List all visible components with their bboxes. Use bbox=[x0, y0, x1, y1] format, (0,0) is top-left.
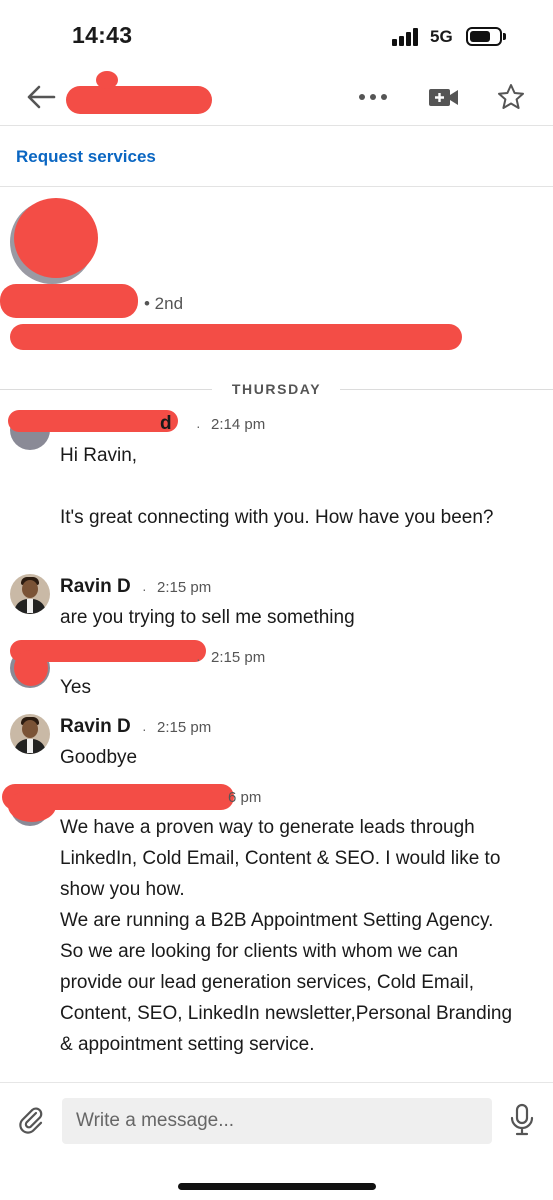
message-text: Yes bbox=[60, 677, 91, 698]
battery-tip bbox=[503, 33, 506, 40]
network-type: 5G bbox=[430, 27, 453, 46]
sender-name[interactable]: Ravin D bbox=[60, 576, 131, 598]
message-item: d · 2:14 pm Hi Ravin, It's great connect… bbox=[0, 408, 553, 568]
redacted-profile-name[interactable] bbox=[0, 284, 138, 318]
star-icon[interactable] bbox=[496, 82, 526, 112]
message-body: Hi Ravin, It's great connecting with you… bbox=[60, 440, 520, 533]
profile-card: • 2nd bbox=[0, 188, 553, 388]
message-text: Goodbye bbox=[60, 747, 138, 768]
connection-degree: • 2nd bbox=[144, 294, 184, 313]
message-time: 2:14 pm bbox=[211, 416, 266, 433]
separator-dot: · bbox=[142, 581, 147, 597]
sender-name[interactable]: Ravin D bbox=[60, 716, 131, 738]
signal-icon bbox=[392, 28, 422, 46]
microphone-icon[interactable] bbox=[508, 1103, 536, 1137]
message-composer bbox=[0, 1082, 553, 1200]
redacted-profile-photo bbox=[14, 198, 98, 278]
message-item: Ravin D · 2:15 pm are you trying to sell… bbox=[0, 572, 553, 636]
redacted-contact-name[interactable] bbox=[66, 86, 212, 114]
message-time: 2:15 pm bbox=[157, 579, 212, 596]
back-arrow-icon[interactable] bbox=[24, 80, 58, 114]
day-label: THURSDAY bbox=[231, 381, 322, 397]
message-item: 6 pm We have a proven way to generate le… bbox=[0, 780, 553, 1082]
separator-dot: · bbox=[196, 651, 201, 667]
request-services-bar: Request services bbox=[0, 127, 553, 187]
battery-icon bbox=[466, 27, 502, 46]
message-body: We have a proven way to generate leads t… bbox=[60, 812, 520, 1060]
redaction-mark bbox=[96, 71, 118, 89]
ravin-avatar[interactable] bbox=[10, 714, 50, 754]
redacted-sender-name bbox=[8, 410, 178, 432]
message-body: are you trying to sell me something bbox=[60, 602, 520, 633]
status-time: 14:43 bbox=[72, 22, 133, 48]
redacted-sender-avatar bbox=[14, 650, 48, 686]
more-dots-icon[interactable] bbox=[356, 84, 390, 110]
message-text: are you trying to sell me something bbox=[60, 607, 355, 628]
message-item: Ravin D · 2:15 pm Goodbye bbox=[0, 712, 553, 776]
day-divider: THURSDAY bbox=[0, 378, 553, 402]
ravin-avatar[interactable] bbox=[10, 574, 50, 614]
message-body: Yes bbox=[60, 672, 520, 703]
status-bar: 14:43 5G bbox=[0, 0, 553, 70]
message-item: · 2:15 pm Yes bbox=[0, 640, 553, 706]
message-text: Hi Ravin, It's great connecting with you… bbox=[60, 445, 494, 528]
message-body: Goodbye bbox=[60, 742, 520, 773]
message-time: 6 pm bbox=[228, 789, 262, 806]
redacted-sender-avatar bbox=[8, 790, 56, 822]
message-input[interactable] bbox=[62, 1098, 492, 1144]
home-indicator[interactable] bbox=[178, 1183, 376, 1190]
separator-dot: · bbox=[142, 721, 147, 737]
conversation-header bbox=[0, 70, 553, 126]
message-time: 2:15 pm bbox=[157, 719, 212, 736]
request-services-link[interactable]: Request services bbox=[16, 147, 156, 167]
message-time: 2:15 pm bbox=[211, 649, 266, 666]
redacted-profile-headline bbox=[10, 324, 462, 350]
separator-dot: · bbox=[196, 418, 201, 434]
sender-name[interactable]: d bbox=[160, 413, 172, 435]
message-text: We have a proven way to generate leads t… bbox=[60, 817, 513, 1055]
video-call-icon[interactable] bbox=[428, 84, 460, 110]
paperclip-icon[interactable] bbox=[16, 1105, 46, 1135]
